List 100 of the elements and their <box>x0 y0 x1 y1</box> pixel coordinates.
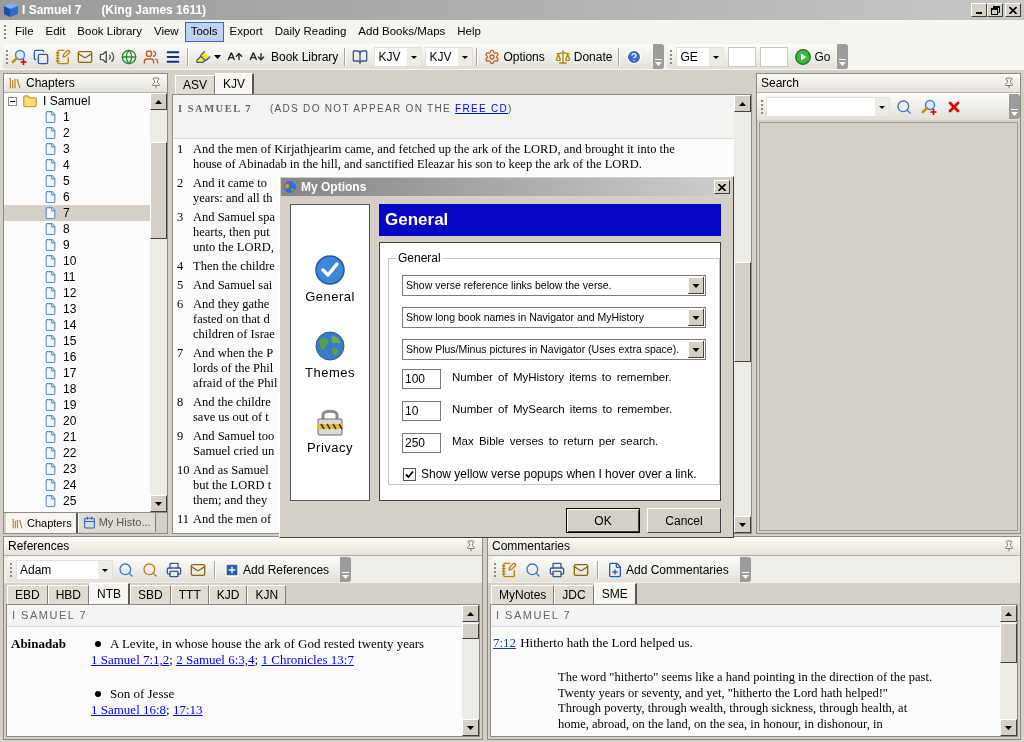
number-field[interactable]: 100 <box>402 369 441 389</box>
lookup-select[interactable]: Adam <box>16 559 113 580</box>
commentary-tab[interactable]: SME <box>593 583 637 604</box>
scroll-up-button[interactable] <box>150 93 167 110</box>
pin-button[interactable] <box>464 539 478 553</box>
tree-item[interactable]: 15 <box>4 333 150 349</box>
tree-item[interactable]: 22 <box>4 445 150 461</box>
reference-link[interactable]: 2 Samuel 6:3,4 <box>176 652 255 667</box>
tree-item[interactable]: 14 <box>4 317 150 333</box>
tree-item[interactable]: 20 <box>4 413 150 429</box>
category-item[interactable]: Themes <box>305 330 355 382</box>
dictionary-tab[interactable]: HBD <box>47 585 90 604</box>
pin-button[interactable] <box>1002 539 1016 553</box>
tree-item[interactable]: 4 <box>4 157 150 173</box>
menu-item[interactable]: View <box>147 21 185 42</box>
restore-button[interactable] <box>987 3 1003 17</box>
tree-item[interactable]: 21 <box>4 429 150 445</box>
tree-item[interactable]: 7 <box>4 205 150 221</box>
toolbar-overflow-button[interactable] <box>1009 94 1020 119</box>
scrollbar[interactable] <box>734 95 751 533</box>
reference-link[interactable]: 17:13 <box>173 702 203 717</box>
grip-icon[interactable] <box>670 49 673 64</box>
close-button[interactable] <box>714 180 730 194</box>
scrollbar[interactable] <box>1000 605 1017 736</box>
commentary-tab[interactable]: JDC <box>554 585 594 604</box>
tree-item[interactable]: 12 <box>4 285 150 301</box>
scroll-up-button[interactable] <box>1000 605 1017 622</box>
checkbox[interactable] <box>403 467 416 481</box>
free-cd-link[interactable]: FREE CD <box>455 103 509 114</box>
menu-item[interactable]: Export <box>223 21 269 42</box>
scroll-up-button[interactable] <box>734 95 751 112</box>
options-button[interactable]: Options <box>481 45 548 68</box>
tree-item[interactable]: 5 <box>4 173 150 189</box>
tree-item[interactable]: 13 <box>4 301 150 317</box>
tree-item[interactable]: 23 <box>4 461 150 477</box>
panel-tab[interactable]: My Histo... <box>77 513 156 532</box>
menu-item[interactable]: Tools <box>184 21 224 42</box>
pin-button[interactable] <box>149 76 163 90</box>
scroll-thumb[interactable] <box>734 262 751 362</box>
pin-button[interactable] <box>1002 76 1016 90</box>
book-select[interactable]: GE <box>676 46 725 67</box>
tree-item[interactable]: I Samuel <box>4 93 150 109</box>
menu-item[interactable]: File <box>9 21 40 42</box>
version-select[interactable]: KJV <box>374 46 423 67</box>
tree-item[interactable]: 6 <box>4 189 150 205</box>
toolbar-overflow-button[interactable] <box>739 557 751 582</box>
tree-item[interactable]: 17 <box>4 365 150 381</box>
donate-button[interactable]: Donate <box>551 45 616 68</box>
setting-dropdown[interactable]: Show Plus/Minus pictures in Navigator (Uses extra space). <box>402 339 706 360</box>
commentary-tab[interactable]: MyNotes <box>491 585 555 604</box>
dictionary-tab[interactable]: KJD <box>208 585 248 604</box>
tree-item[interactable]: 16 <box>4 349 150 365</box>
number-field[interactable]: 250 <box>402 433 441 453</box>
reference-link[interactable]: 1 Chronicles 13:7 <box>261 652 354 667</box>
dictionary-tab[interactable]: KJN <box>247 585 287 604</box>
tree-item[interactable]: 9 <box>4 237 150 253</box>
tree-item[interactable]: 18 <box>4 381 150 397</box>
minimize-button[interactable] <box>971 3 987 17</box>
version-select[interactable]: KJV <box>425 46 474 67</box>
tree-item[interactable]: 11 <box>4 269 150 285</box>
scroll-thumb[interactable] <box>1000 623 1017 663</box>
tree-item[interactable]: 2 <box>4 125 150 141</box>
menu-item[interactable]: Help <box>451 21 487 42</box>
scrollbar[interactable] <box>150 93 167 512</box>
scroll-down-button[interactable] <box>150 495 167 512</box>
tree-item[interactable]: 24 <box>4 477 150 493</box>
dialog-button[interactable]: Cancel <box>647 508 721 533</box>
dictionary-tab[interactable]: EBD <box>7 585 48 604</box>
dictionary-tab[interactable]: SBD <box>130 585 171 604</box>
scroll-down-button[interactable] <box>1000 719 1017 736</box>
go-button[interactable]: Go <box>792 45 834 68</box>
scrollbar[interactable] <box>462 605 479 736</box>
menu-item[interactable]: Add Books/Maps <box>352 21 452 42</box>
dictionary-tab[interactable]: TTT <box>170 585 209 604</box>
dictionary-tab[interactable]: NTB <box>89 583 131 604</box>
tree-item[interactable]: 3 <box>4 141 150 157</box>
setting-dropdown[interactable]: Show long book names in Navigator and MyHistory <box>402 307 706 328</box>
version-tab[interactable]: ASV <box>175 75 215 94</box>
scroll-thumb[interactable] <box>150 142 167 239</box>
scroll-down-button[interactable] <box>734 516 751 533</box>
setting-dropdown[interactable]: Show verse reference links below the verse. <box>402 275 706 296</box>
toolbar-overflow-button[interactable] <box>837 44 849 69</box>
menu-item[interactable]: Edit <box>39 21 72 42</box>
collapse-icon[interactable] <box>8 96 17 106</box>
verse-link[interactable]: 7:12 <box>493 635 517 651</box>
number-field[interactable]: 10 <box>402 401 441 421</box>
menu-item[interactable]: Book Library <box>71 21 148 42</box>
version-tab[interactable]: KJV <box>215 73 255 94</box>
category-item[interactable]: General <box>305 255 355 307</box>
scroll-up-button[interactable] <box>462 605 479 622</box>
tree-item[interactable]: 19 <box>4 397 150 413</box>
toolbar-overflow-button[interactable] <box>653 44 665 69</box>
close-button[interactable] <box>1005 3 1021 17</box>
panel-tab[interactable]: Chapters <box>6 513 78 533</box>
tree-item[interactable]: 10 <box>4 253 150 269</box>
menu-item[interactable]: Daily Reading <box>268 21 353 42</box>
scroll-down-button[interactable] <box>462 719 479 736</box>
tree-item[interactable]: 25 <box>4 493 150 509</box>
book-library-button[interactable]: Book Library <box>268 45 342 68</box>
chapter-field[interactable] <box>728 46 757 67</box>
